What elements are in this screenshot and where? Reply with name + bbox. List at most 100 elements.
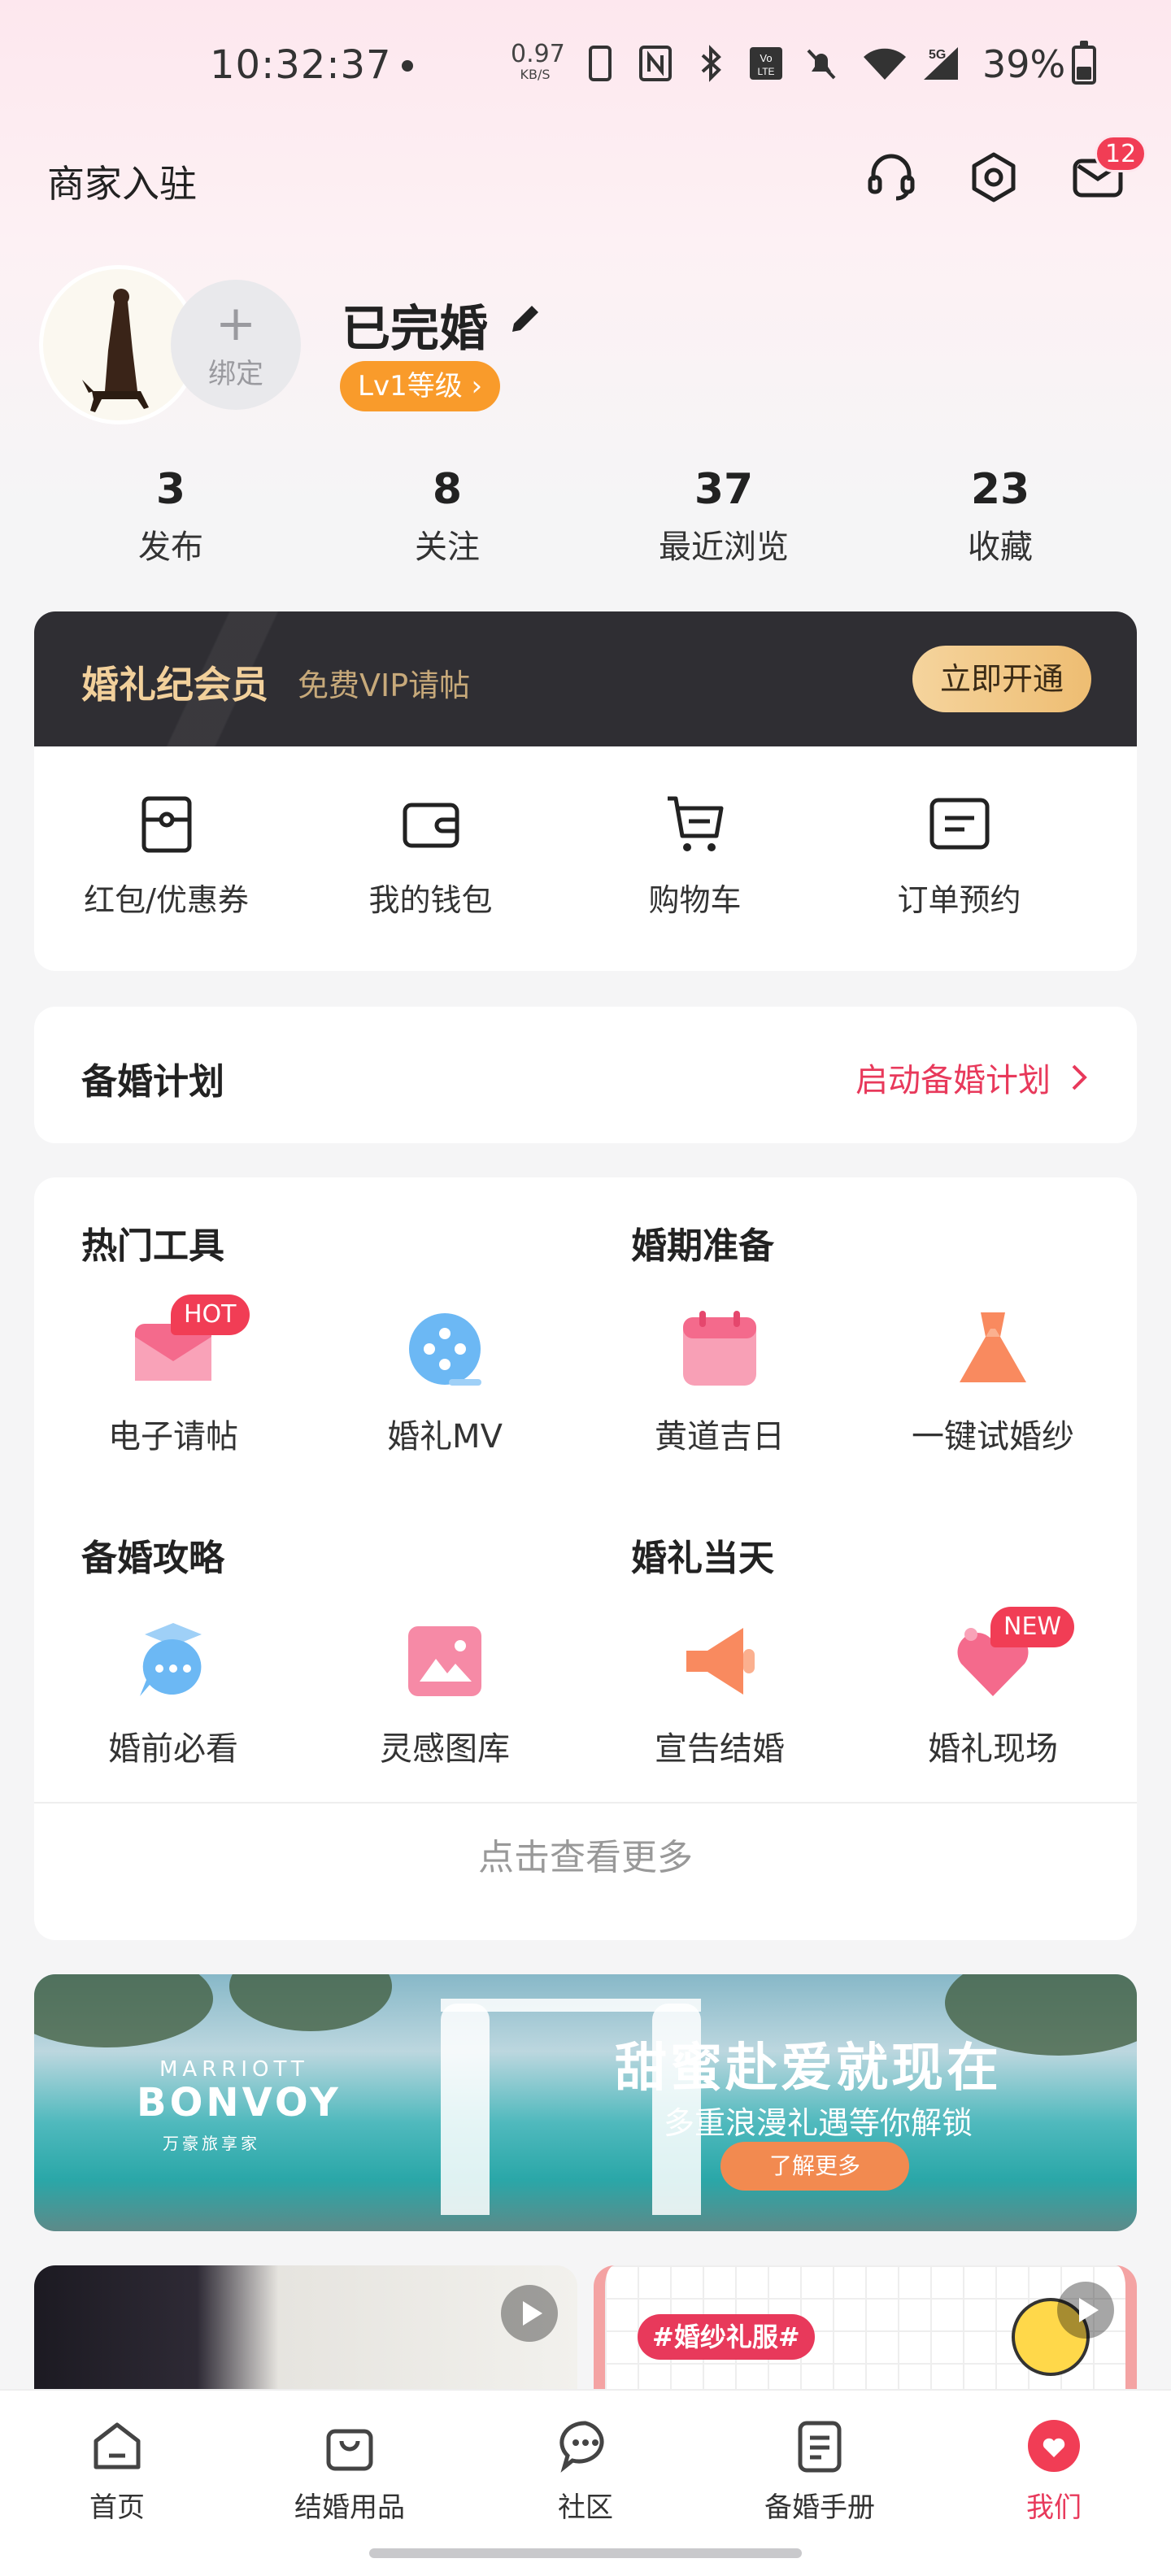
volte-icon: Vo LTE xyxy=(750,47,782,80)
hot-badge: HOT xyxy=(171,1295,250,1335)
banner-brand-line2: BONVOY xyxy=(137,2080,342,2126)
view-more-button[interactable]: 点击查看更多 xyxy=(34,1828,1137,1880)
quick-link-label: 购物车 xyxy=(648,882,742,918)
megaphone-icon xyxy=(686,1628,755,1695)
battery-percent: 39% xyxy=(982,42,1066,86)
handbook-icon xyxy=(798,2421,842,2473)
divider xyxy=(34,1802,1137,1804)
tool-inspiration-gallery[interactable]: 灵感图库 xyxy=(311,1617,579,1769)
plus-icon: + xyxy=(215,294,257,352)
tool-e-invitation[interactable]: HOT 电子请帖 xyxy=(39,1295,307,1457)
tool-auspicious-date[interactable]: 黄道吉日 xyxy=(586,1304,854,1457)
nav-wedding-supplies[interactable]: 结婚用品 xyxy=(268,2417,431,2525)
vibrate-icon xyxy=(589,46,612,81)
chevron-right-icon xyxy=(1072,1064,1087,1090)
nav-home[interactable]: 首页 xyxy=(36,2417,198,2525)
notification-dot xyxy=(402,60,413,72)
dress-icon xyxy=(960,1312,1026,1382)
banner-subline: 多重浪漫礼遇等你解锁 xyxy=(664,2105,973,2141)
tool-label: 黄道吉日 xyxy=(655,1418,785,1456)
vip-banner[interactable]: 婚礼纪会员 免费VIP请帖 立即开通 xyxy=(34,611,1137,746)
quick-link-orders[interactable]: 订单预约 xyxy=(827,792,1091,920)
level-label: Lv1等级 xyxy=(358,370,463,402)
banner-learn-more-button[interactable]: 了解更多 xyxy=(720,2142,909,2191)
bind-partner-button[interactable]: + 绑定 xyxy=(171,280,301,410)
stat-recent-views[interactable]: 37 最近浏览 xyxy=(586,465,862,568)
tool-try-dress[interactable]: 一键试婚纱 xyxy=(859,1304,1127,1457)
tool-wedding-mv[interactable]: 婚礼MV xyxy=(311,1304,579,1457)
nav-label: 首页 xyxy=(89,2491,145,2524)
tools-card: 热门工具 婚期准备 备婚攻略 婚礼当天 HOT 电子请帖 婚礼MV 黄道吉日 一… xyxy=(34,1177,1137,1940)
svg-text:5G: 5G xyxy=(929,48,946,62)
order-icon xyxy=(929,798,989,850)
chat-bubble-icon xyxy=(559,2421,604,2473)
section-guides: 备婚攻略 xyxy=(81,1538,224,1579)
new-badge: NEW xyxy=(990,1607,1075,1647)
stat-favorites[interactable]: 23 收藏 xyxy=(862,465,1138,568)
signal-5g-icon: 5G xyxy=(924,47,958,80)
status-time: 10:32:37 xyxy=(210,42,392,88)
tool-pre-wedding-guide[interactable]: 婚前必看 xyxy=(39,1617,307,1769)
nav-us[interactable]: 我们 xyxy=(973,2417,1135,2525)
bind-label: 绑定 xyxy=(208,357,263,390)
nav-community[interactable]: 社区 xyxy=(504,2417,667,2525)
film-reel-icon xyxy=(409,1313,481,1386)
cart-icon xyxy=(667,796,723,851)
stat-posts[interactable]: 3 发布 xyxy=(33,465,309,568)
feed-topic-tag: #婚纱礼服# xyxy=(638,2314,815,2360)
vip-card: 婚礼纪会员 免费VIP请帖 立即开通 红包/优惠券 我的钱包 购物车 订单预约 xyxy=(34,611,1137,971)
mute-icon xyxy=(807,49,836,80)
tool-label: 婚礼现场 xyxy=(928,1730,1058,1768)
nav-label: 我们 xyxy=(1026,2491,1082,2524)
graduation-chat-icon xyxy=(140,1623,202,1696)
edit-pencil-icon[interactable] xyxy=(504,298,546,340)
marriott-banner[interactable]: MARRIOTT BONVOY 万豪旅享家 甜蜜赴爱就现在 多重浪漫礼遇等你解锁… xyxy=(34,1974,1137,2231)
vip-subtitle: 免费VIP请帖 xyxy=(298,668,471,703)
feed-card-left[interactable] xyxy=(34,2265,577,2395)
banner-brand-line1: MARRIOTT xyxy=(159,2057,309,2082)
tool-wedding-scene[interactable]: NEW 婚礼现场 xyxy=(859,1607,1127,1769)
coupon-icon xyxy=(141,796,191,853)
quick-link-cart[interactable]: 购物车 xyxy=(563,792,827,920)
stat-favorites-label: 收藏 xyxy=(968,529,1033,566)
tool-label: 电子请帖 xyxy=(108,1418,238,1456)
tool-label: 一键试婚纱 xyxy=(912,1418,1074,1456)
section-hot-tools: 热门工具 xyxy=(81,1225,224,1267)
nav-handbook[interactable]: 备婚手册 xyxy=(738,2417,901,2525)
wedding-plan-card[interactable]: 备婚计划 启动备婚计划 xyxy=(34,1007,1137,1143)
gallery-icon xyxy=(408,1626,481,1696)
network-speed: 0.97 KB/S xyxy=(511,42,565,81)
plan-title: 备婚计划 xyxy=(81,1061,224,1103)
tool-label: 婚前必看 xyxy=(108,1730,238,1768)
stat-posts-count: 3 xyxy=(155,465,186,514)
headset-icon[interactable] xyxy=(860,146,922,208)
stat-recent-views-count: 37 xyxy=(694,465,754,514)
merchant-join-link[interactable]: 商家入驻 xyxy=(47,154,197,208)
quick-link-wallet[interactable]: 我的钱包 xyxy=(298,792,563,920)
message-count-badge: 12 xyxy=(1095,135,1147,172)
us-icon xyxy=(1028,2420,1080,2472)
start-plan-link[interactable]: 启动备婚计划 xyxy=(855,1054,1091,1101)
nav-label: 备婚手册 xyxy=(764,2491,875,2524)
play-icon xyxy=(1057,2282,1114,2339)
battery-icon xyxy=(1072,41,1096,85)
stat-following-label: 关注 xyxy=(415,529,480,566)
level-badge[interactable]: Lv1等级 › xyxy=(340,361,501,411)
section-wedding-day: 婚礼当天 xyxy=(631,1538,774,1579)
feed-card-right[interactable]: #婚纱礼服# xyxy=(594,2265,1137,2395)
home-icon xyxy=(94,2422,141,2469)
quick-link-label: 红包/优惠券 xyxy=(84,882,249,918)
quick-links: 红包/优惠券 我的钱包 购物车 订单预约 xyxy=(34,746,1137,920)
settings-icon[interactable] xyxy=(963,146,1025,208)
quick-link-coupons[interactable]: 红包/优惠券 xyxy=(34,792,298,920)
home-indicator[interactable] xyxy=(369,2548,802,2558)
start-plan-label: 启动备婚计划 xyxy=(855,1062,1051,1099)
vip-open-button[interactable]: 立即开通 xyxy=(912,646,1091,712)
svg-text:LTE: LTE xyxy=(757,66,774,77)
wifi-icon xyxy=(864,48,906,80)
quick-link-label: 我的钱包 xyxy=(368,882,493,918)
tool-announce-marriage[interactable]: 宣告结婚 xyxy=(586,1617,854,1769)
stat-following[interactable]: 8 关注 xyxy=(309,465,586,568)
quick-link-label: 订单预约 xyxy=(897,882,1021,918)
stat-favorites-count: 23 xyxy=(970,465,1030,514)
